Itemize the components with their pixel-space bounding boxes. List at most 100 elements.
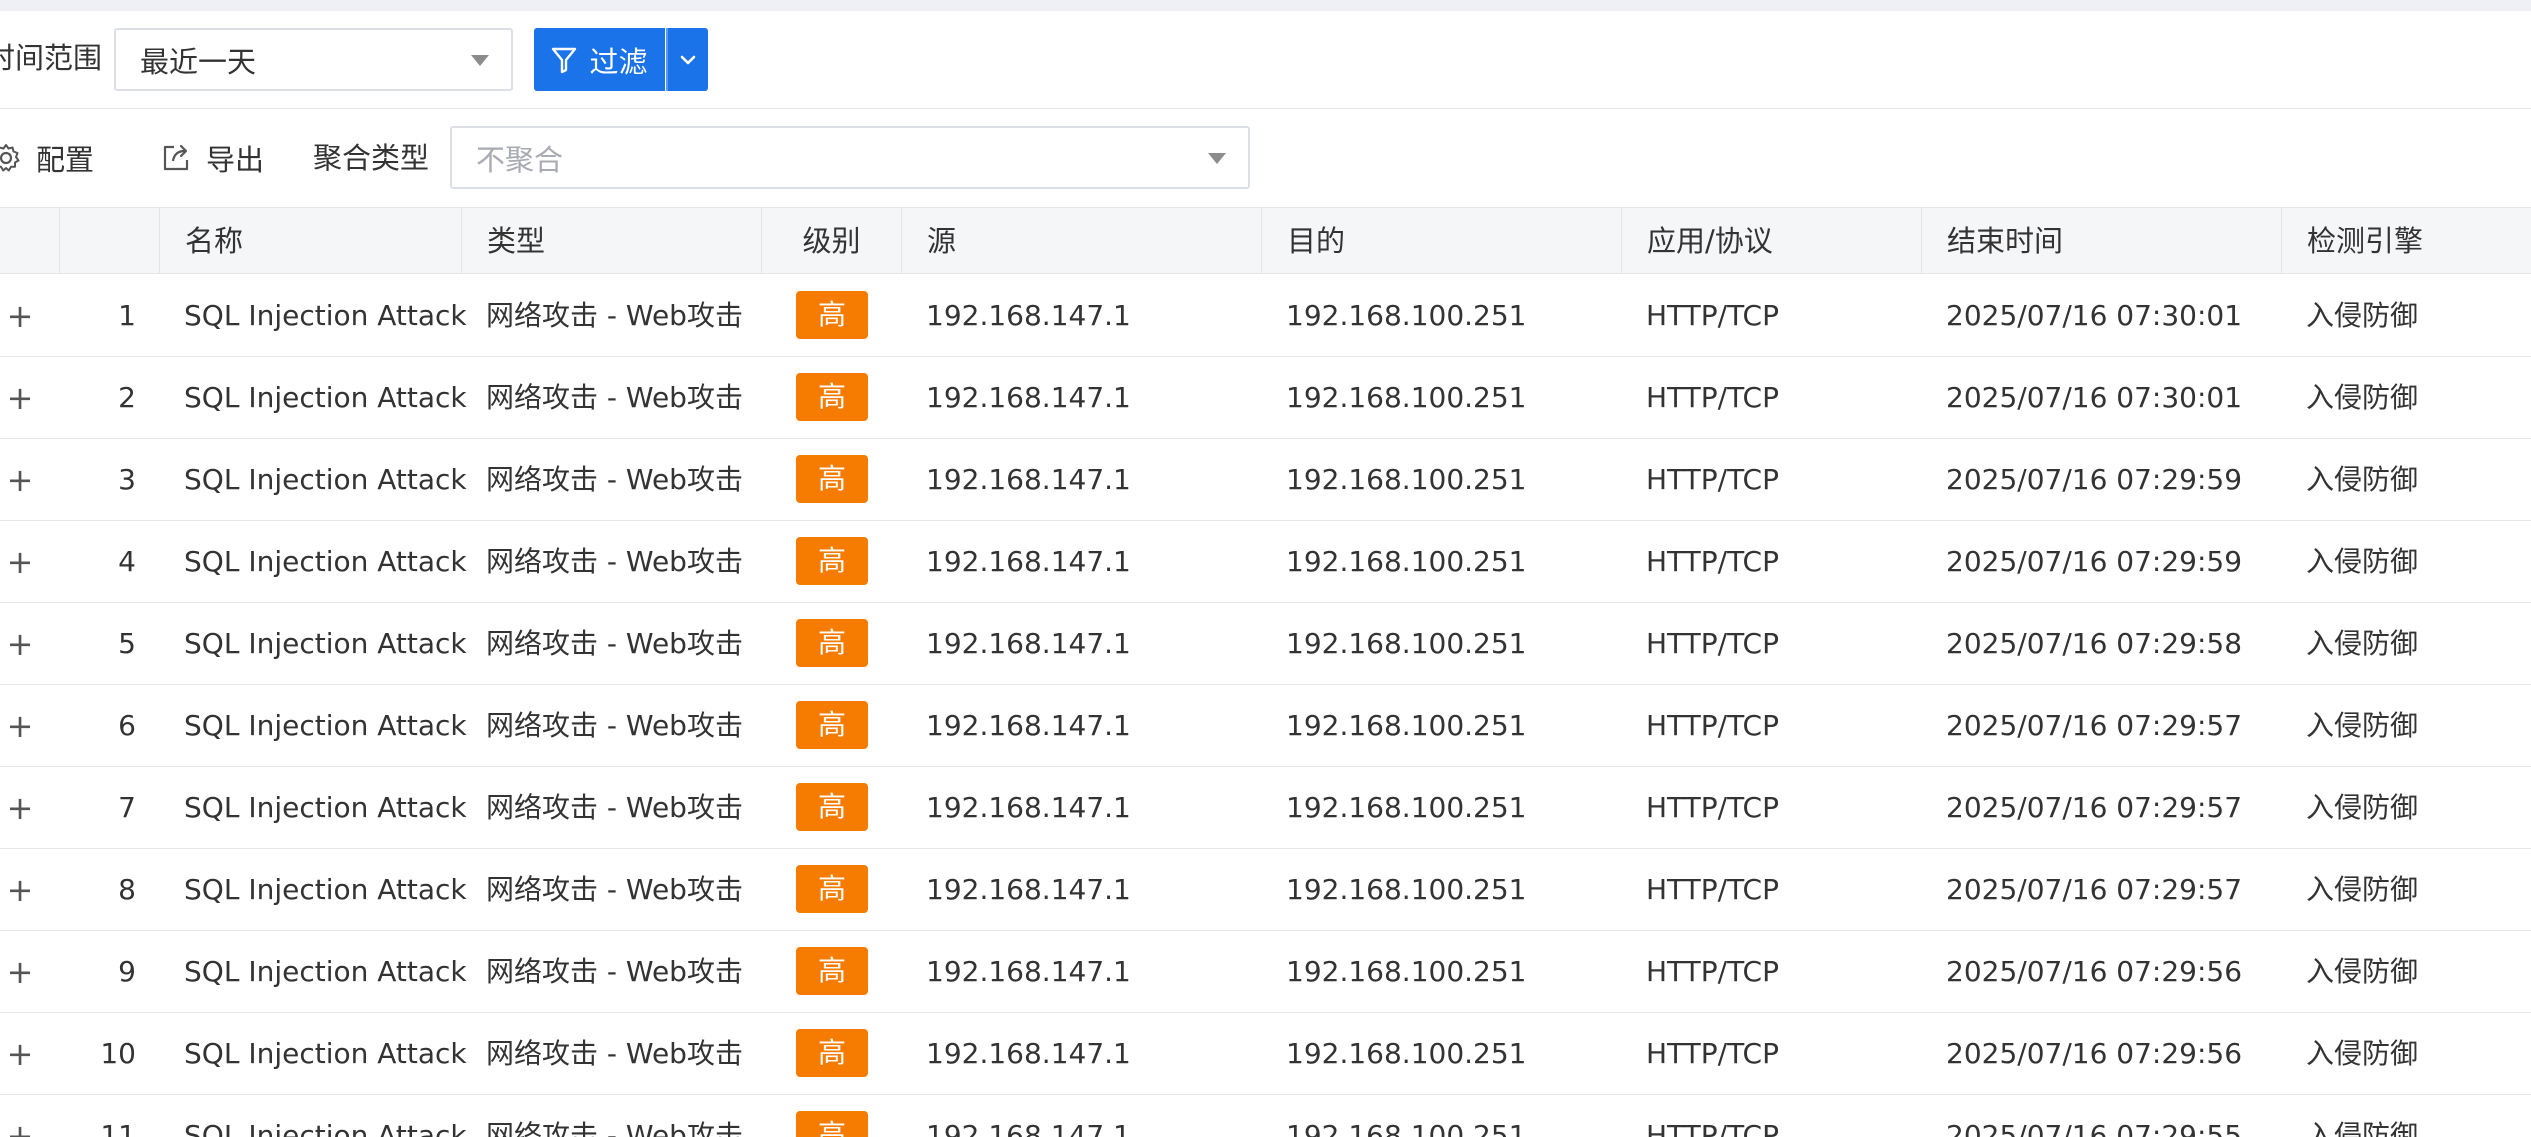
cell-protocol: HTTP/TCP xyxy=(1646,955,1779,988)
cell-destination: 192.168.100.251 xyxy=(1286,873,1527,906)
cell-protocol: HTTP/TCP xyxy=(1646,873,1779,906)
caret-down-icon xyxy=(1208,152,1226,164)
header-engine[interactable]: 检测引擎 xyxy=(2282,208,2531,274)
expand-toggle[interactable]: + xyxy=(0,685,40,767)
cell-type: 网络攻击 - Web攻击 xyxy=(486,463,743,496)
table-row[interactable]: +5 SQL Injection Attack 网络攻击 - Web攻击 高 192.1… xyxy=(0,603,2531,685)
cell-destination: 192.168.100.251 xyxy=(1286,381,1527,414)
cell-protocol: HTTP/TCP xyxy=(1646,709,1779,742)
expand-toggle[interactable]: + xyxy=(0,767,40,849)
aggregate-type-label: 聚合类型 xyxy=(313,141,430,175)
expand-toggle[interactable]: + xyxy=(0,603,40,685)
cell-type: 网络攻击 - Web攻击 xyxy=(486,1119,743,1137)
cell-engine: 入侵防御 xyxy=(2306,791,2419,824)
table-row[interactable]: +8 SQL Injection Attack 网络攻击 - Web攻击 高 192.1… xyxy=(0,849,2531,931)
severity-badge: 高 xyxy=(796,537,868,585)
row-index: 2 xyxy=(118,381,136,414)
severity-badge: 高 xyxy=(796,1111,868,1137)
table-row[interactable]: +10 SQL Injection Attack 网络攻击 - Web攻击 高 192.… xyxy=(0,1013,2531,1095)
table-row[interactable]: +9 SQL Injection Attack 网络攻击 - Web攻击 高 192.1… xyxy=(0,931,2531,1013)
expand-toggle[interactable]: + xyxy=(0,439,40,521)
cell-destination: 192.168.100.251 xyxy=(1286,545,1527,578)
table-row[interactable]: +4 SQL Injection Attack 网络攻击 - Web攻击 高 192.1… xyxy=(0,521,2531,603)
cell-type: 网络攻击 - Web攻击 xyxy=(486,545,743,578)
row-index: 8 xyxy=(118,873,136,906)
cell-name: SQL Injection Attack xyxy=(184,299,467,332)
filter-dropdown-button[interactable] xyxy=(666,28,708,91)
expand-toggle[interactable]: + xyxy=(0,275,40,357)
header-level[interactable]: 级别 xyxy=(762,208,902,274)
table-toolbar: 配置 导出 聚合类型 不聚合 xyxy=(0,109,2531,207)
severity-badge: 高 xyxy=(796,783,868,831)
cell-engine: 入侵防御 xyxy=(2306,627,2419,660)
cell-level: 高 xyxy=(796,439,868,521)
time-range-label: 时间范围 xyxy=(0,41,103,75)
table-row[interactable]: +7 SQL Injection Attack 网络攻击 - Web攻击 高 192.1… xyxy=(0,767,2531,849)
cell-end-time: 2025/07/16 07:29:59 xyxy=(1946,545,2243,578)
gear-icon xyxy=(0,142,22,174)
cell-protocol: HTTP/TCP xyxy=(1646,791,1779,824)
cell-end-time: 2025/07/16 07:29:57 xyxy=(1946,791,2243,824)
cell-name: SQL Injection Attack xyxy=(184,627,467,660)
header-source[interactable]: 源 xyxy=(902,208,1262,274)
row-index: 3 xyxy=(118,463,136,496)
table-row[interactable]: +1 SQL Injection Attack 网络攻击 - Web攻击 高 192.1… xyxy=(0,275,2531,357)
filter-bar: 时间范围 最近一天 过滤 xyxy=(0,11,2531,109)
expand-toggle[interactable]: + xyxy=(0,849,40,931)
time-range-value: 最近一天 xyxy=(140,44,257,79)
expand-toggle[interactable]: + xyxy=(0,931,40,1013)
cell-engine: 入侵防御 xyxy=(2306,299,2419,332)
header-type[interactable]: 类型 xyxy=(462,208,762,274)
cell-source: 192.168.147.1 xyxy=(926,545,1131,578)
export-button[interactable]: 导出 xyxy=(160,138,264,178)
cell-destination: 192.168.100.251 xyxy=(1286,463,1527,496)
cell-engine: 入侵防御 xyxy=(2306,955,2419,988)
cell-level: 高 xyxy=(796,357,868,439)
expand-toggle[interactable]: + xyxy=(0,357,40,439)
cell-level: 高 xyxy=(796,849,868,931)
cell-source: 192.168.147.1 xyxy=(926,299,1131,332)
header-name[interactable]: 名称 xyxy=(160,208,462,274)
cell-protocol: HTTP/TCP xyxy=(1646,545,1779,578)
cell-destination: 192.168.100.251 xyxy=(1286,1119,1527,1137)
table-row[interactable]: +3 SQL Injection Attack 网络攻击 - Web攻击 高 192.1… xyxy=(0,439,2531,521)
cell-end-time: 2025/07/16 07:29:56 xyxy=(1946,1037,2243,1070)
cell-destination: 192.168.100.251 xyxy=(1286,1037,1527,1070)
header-destination[interactable]: 目的 xyxy=(1262,208,1622,274)
cell-engine: 入侵防御 xyxy=(2306,709,2419,742)
table-row[interactable]: +11 SQL Injection Attack 网络攻击 - Web攻击 高 192.… xyxy=(0,1095,2531,1137)
cell-level: 高 xyxy=(796,685,868,767)
cell-destination: 192.168.100.251 xyxy=(1286,955,1527,988)
table-row[interactable]: +2 SQL Injection Attack 网络攻击 - Web攻击 高 192.1… xyxy=(0,357,2531,439)
severity-badge: 高 xyxy=(796,619,868,667)
cell-name: SQL Injection Attack xyxy=(184,463,467,496)
cell-end-time: 2025/07/16 07:29:59 xyxy=(1946,463,2243,496)
cell-protocol: HTTP/TCP xyxy=(1646,627,1779,660)
time-range-select[interactable]: 最近一天 xyxy=(114,28,513,91)
cell-destination: 192.168.100.251 xyxy=(1286,627,1527,660)
cell-source: 192.168.147.1 xyxy=(926,873,1131,906)
expand-toggle[interactable]: + xyxy=(0,521,40,603)
expand-toggle[interactable]: + xyxy=(0,1013,40,1095)
cell-name: SQL Injection Attack xyxy=(184,955,467,988)
config-label: 配置 xyxy=(36,143,95,177)
header-end-time[interactable]: 结束时间 xyxy=(1922,208,2282,274)
aggregate-type-select[interactable]: 不聚合 xyxy=(450,126,1250,189)
cell-level: 高 xyxy=(796,521,868,603)
cell-source: 192.168.147.1 xyxy=(926,463,1131,496)
cell-type: 网络攻击 - Web攻击 xyxy=(486,381,743,414)
cell-source: 192.168.147.1 xyxy=(926,381,1131,414)
cell-name: SQL Injection Attack xyxy=(184,545,467,578)
table-row[interactable]: +6 SQL Injection Attack 网络攻击 - Web攻击 高 192.1… xyxy=(0,685,2531,767)
filter-button[interactable]: 过滤 xyxy=(534,28,665,91)
top-band xyxy=(0,0,2531,11)
header-protocol[interactable]: 应用/协议 xyxy=(1622,208,1922,274)
severity-badge: 高 xyxy=(796,865,868,913)
cell-level: 高 xyxy=(796,275,868,357)
cell-name: SQL Injection Attack xyxy=(184,381,467,414)
cell-level: 高 xyxy=(796,767,868,849)
config-button[interactable]: 配置 xyxy=(0,138,94,178)
cell-end-time: 2025/07/16 07:29:58 xyxy=(1946,627,2243,660)
expand-toggle[interactable]: + xyxy=(0,1095,40,1137)
severity-badge: 高 xyxy=(796,291,868,339)
